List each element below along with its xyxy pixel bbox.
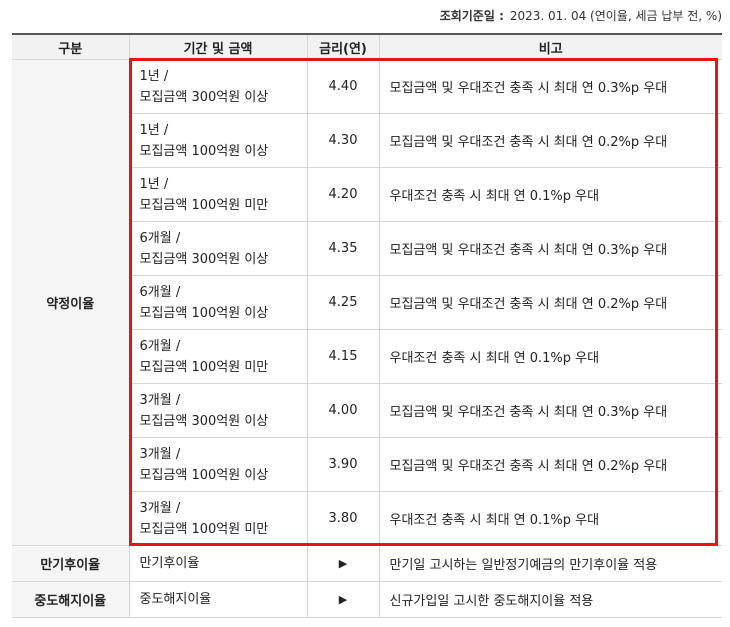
rate-cell: 4.00 — [306, 383, 380, 438]
rate-cell: 4.20 — [306, 167, 380, 222]
rate-cell: 4.15 — [306, 329, 380, 384]
arrow-icon: ▶ — [306, 581, 380, 618]
term-cell: 6개월 / 모집금액 300억원 이상 — [129, 221, 308, 276]
category-early-termination: 중도해지이율 — [12, 581, 130, 618]
header-rate: 금리(연) — [306, 33, 380, 60]
note-cell: 모집금액 및 우대조건 충족 시 최대 연 0.2%p 우대 — [378, 113, 722, 168]
table-row: 중도해지이율 중도해지이율 ▶ 신규가입일 고시한 중도해지이율 적용 — [12, 581, 722, 618]
rate-cell: 4.40 — [306, 59, 380, 114]
header-term: 기간 및 금액 — [128, 33, 308, 60]
term-cell: 1년 / 모집금액 100억원 이상 — [129, 113, 308, 168]
rate-cell: 4.30 — [306, 113, 380, 168]
rate-cell: 3.90 — [306, 437, 380, 492]
term-cell: 만기후이율 — [128, 545, 308, 582]
note-cell: 만기일 고시하는 일반정기예금의 만기후이율 적용 — [378, 545, 722, 582]
term-cell: 3개월 / 모집금액 100억원 이상 — [129, 437, 308, 492]
header-note: 비고 — [378, 33, 722, 60]
note-cell: 모집금액 및 우대조건 충족 시 최대 연 0.2%p 우대 — [378, 437, 722, 492]
note-cell: 우대조건 충족 시 최대 연 0.1%p 우대 — [378, 329, 722, 384]
interest-rate-table: 구분 기간 및 금액 금리(연) 비고 약정이율 1년 / 모집금액 300억원 … — [12, 33, 722, 618]
reference-date-value: 2023. 01. 04 (연이율, 세금 납부 전, %) — [509, 9, 722, 23]
term-cell: 1년 / 모집금액 300억원 이상 — [128, 59, 308, 114]
note-cell: 모집금액 및 우대조건 충족 시 최대 연 0.2%p 우대 — [378, 275, 722, 330]
arrow-icon: ▶ — [306, 545, 380, 582]
note-cell: 모집금액 및 우대조건 충족 시 최대 연 0.3%p 우대 — [378, 221, 722, 276]
term-cell: 6개월 / 모집금액 100억원 미만 — [129, 329, 308, 384]
category-maturity: 만기후이율 — [12, 545, 130, 582]
note-cell: 우대조건 충족 시 최대 연 0.1%p 우대 — [378, 167, 722, 222]
term-cell: 6개월 / 모집금액 100억원 이상 — [129, 275, 308, 330]
term-cell: 3개월 / 모집금액 300억원 이상 — [129, 383, 308, 438]
term-cell: 1년 / 모집금액 100억원 미만 — [129, 167, 308, 222]
term-cell: 3개월 / 모집금액 100억원 미만 — [129, 491, 308, 546]
note-cell: 모집금액 및 우대조건 충족 시 최대 연 0.3%p 우대 — [378, 383, 722, 438]
table-row: 약정이율 1년 / 모집금액 300억원 이상 4.40 모집금액 및 우대조건 … — [12, 59, 722, 546]
note-cell: 신규가입일 고시한 중도해지이율 적용 — [378, 581, 722, 618]
term-cell: 중도해지이율 — [128, 581, 308, 618]
rate-cell: 3.80 — [306, 491, 380, 546]
category-agreed: 약정이율 — [12, 59, 130, 546]
note-cell: 우대조건 충족 시 최대 연 0.1%p 우대 — [378, 491, 722, 546]
rate-cell: 4.35 — [306, 221, 380, 276]
reference-date: 조회기준일 : 2023. 01. 04 (연이율, 세금 납부 전, %) — [440, 6, 722, 26]
table-header-row: 구분 기간 및 금액 금리(연) 비고 — [12, 33, 722, 60]
reference-date-label: 조회기준일 : — [439, 9, 504, 23]
rate-cell: 4.25 — [306, 275, 380, 330]
header-category: 구분 — [12, 33, 130, 60]
note-cell: 모집금액 및 우대조건 충족 시 최대 연 0.3%p 우대 — [378, 59, 722, 114]
table-row: 만기후이율 만기후이율 ▶ 만기일 고시하는 일반정기예금의 만기후이율 적용 — [12, 545, 722, 582]
